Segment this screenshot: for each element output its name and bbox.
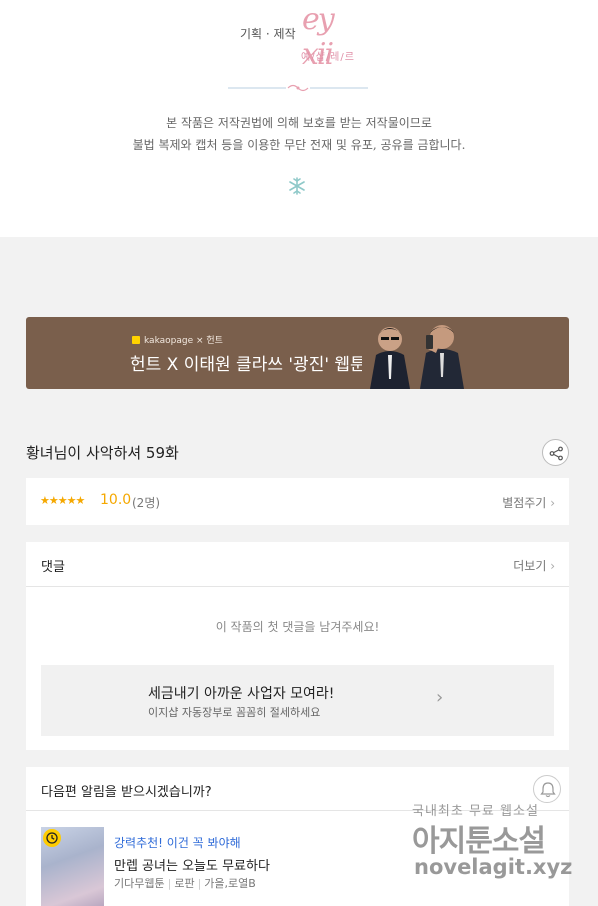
notify-button[interactable] xyxy=(533,775,561,803)
chevron-right-icon: › xyxy=(550,496,555,510)
chevron-right-icon: › xyxy=(550,559,555,573)
comments-title: 댓글 xyxy=(41,560,65,575)
rating-stars: ★★★★★ xyxy=(40,494,85,507)
chevron-right-icon: › xyxy=(436,687,444,708)
comments-empty-message: 이 작품의 첫 댓글을 남겨주세요! xyxy=(215,620,380,634)
recommendation-tag: 강력추천! 이건 꼭 봐야해 xyxy=(114,836,241,850)
banner-characters-image xyxy=(362,319,472,389)
recommended-genre: 로판 xyxy=(174,877,195,890)
comments-card: 댓글 더보기 › 이 작품의 첫 댓글을 남겨주세요! 세금내기 아까운 사업자… xyxy=(26,542,569,750)
ad-subtitle: 이지샵 자동장부로 꼼꼼히 절세하세요 xyxy=(148,706,321,719)
rating-votes: (2명) xyxy=(132,496,161,510)
snowflake-icon xyxy=(289,177,305,195)
rating-card: ★★★★★ 10.0 (2명) 별점주기 › xyxy=(26,478,569,525)
comments-header: 댓글 더보기 › xyxy=(26,542,569,587)
watermark-line2: 아지툰소설 xyxy=(412,824,546,859)
meta-separator: | xyxy=(167,877,172,890)
ad-banner[interactable]: 세금내기 아까운 사업자 모여라! 이지샵 자동장부로 꼼꼼히 절세하세요 › xyxy=(41,665,554,736)
credits-label: 기획 · 제작 xyxy=(240,27,296,41)
divider-ornament-icon xyxy=(228,84,368,92)
rate-button[interactable]: 별점주기 › xyxy=(502,494,555,511)
ad-title: 세금내기 아까운 사업자 모여라! xyxy=(148,686,335,702)
recommended-meta: 기다무웹툰 | 로판 | 가을,로열B xyxy=(114,875,256,891)
meta-separator: | xyxy=(197,877,202,890)
next-episode-title: 다음편 알림을 받으시겠습니까? xyxy=(41,785,212,800)
wait-free-clock-icon xyxy=(43,829,61,847)
episode-title: 황녀님이 사악하셔 59화 xyxy=(26,444,179,462)
recommended-title[interactable]: 만렙 공녀는 오늘도 무료하다 xyxy=(114,855,270,874)
recommended-authors: 가을,로열B xyxy=(204,877,256,890)
kakaopage-logo-icon xyxy=(132,336,140,344)
promo-banner[interactable]: kakaopage × 헌트 헌트 X 이태원 클라쓰 '광진' 웹툰 xyxy=(26,317,569,389)
banner-headline: 헌트 X 이태원 클라쓰 '광진' 웹툰 xyxy=(130,355,366,375)
bell-icon xyxy=(540,782,556,798)
copyright-notice-line1: 본 작품은 저작권법에 의해 보호를 받는 저작물이므로 xyxy=(166,116,432,130)
copyright-notice-line2: 불법 복제와 캡처 등을 이용한 무단 전재 및 유포, 공유를 금합니다. xyxy=(132,138,466,152)
share-button[interactable] xyxy=(542,439,569,466)
recommended-category: 기다무웹툰 xyxy=(114,877,165,890)
site-watermark: 국내최초 무료 웹소설 아지툰소설 novelagit.xyz xyxy=(412,800,598,890)
comments-more-button[interactable]: 더보기 › xyxy=(513,557,555,574)
rating-score: 10.0 xyxy=(100,492,132,508)
credits-section: 기획 · 제작 ey xii 예/샵/레/르 본 작품은 저작권법에 의해 보호… xyxy=(0,0,598,237)
recommended-cover-image[interactable] xyxy=(41,827,104,906)
watermark-line3: novelagit.xyz xyxy=(414,855,573,879)
banner-brand: kakaopage × 헌트 xyxy=(132,333,223,346)
publisher-logo: ey xii 예/샵/레/르 xyxy=(300,0,360,72)
share-icon xyxy=(549,446,563,461)
publisher-logo-sub: 예/샵/레/르 xyxy=(301,52,355,63)
